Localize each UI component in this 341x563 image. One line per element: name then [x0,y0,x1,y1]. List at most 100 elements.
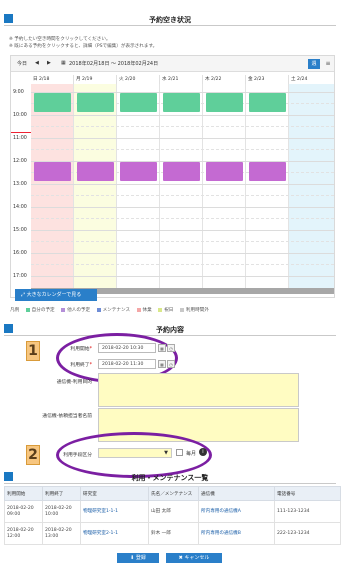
maintenance-section-header: 利用・メンテナンス一覧 [4,470,336,484]
today-button[interactable]: 今日 [17,60,27,67]
register-button[interactable]: ⬇ 登録 [117,553,159,563]
time-label: 12:00 [13,159,27,164]
day-header-fri: 金 2/23 [246,75,289,84]
calendar-icon[interactable]: ▦ [61,60,66,66]
cancel-button[interactable]: ✖ キャンセル [166,553,222,563]
legend-swatch [179,307,184,312]
table-row[interactable]: 2018-02-20 09:00 2018-02-20 10:00 物理研究室1… [4,500,341,523]
table-cell-link[interactable]: 物理研究室2-1-1 [80,522,149,545]
legend-label: 他人の予定 [67,308,91,313]
recurring-checkbox[interactable] [176,449,183,456]
others-event[interactable] [206,162,243,181]
availability-title: 予約空き状況 [149,16,191,24]
annotation-badge-2: 2 [26,445,40,465]
prev-week-icon[interactable]: ◀ [35,60,39,66]
menu-icon[interactable]: ≡ [323,59,333,69]
table-cell: 2018-02-20 09:00 [4,500,43,523]
others-event[interactable] [120,162,157,181]
weekly-calendar: 今日 ◀ ▶ ▦ 2018年02月18日 ～ 2018年02月24日 週 ≡ 日… [10,55,335,298]
category-label: 利用手段区分 [63,453,92,458]
info-icon[interactable]: i [199,448,207,456]
purpose-textarea[interactable] [98,373,299,407]
legend-label: 休業 [142,308,152,313]
own-event[interactable] [77,93,114,112]
big-calendar-button[interactable]: ⤢ 大きなカレンダーで見る [15,289,97,301]
purpose-label: 通信機-利用目的 [56,380,92,385]
others-event[interactable] [77,162,114,181]
others-event[interactable] [34,162,71,181]
time-label: 13:00 [13,182,27,187]
table-cell-link[interactable]: 所内専用の通信機A [198,500,275,523]
day-header-sun: 日 2/18 [31,75,74,84]
big-calendar-label: 大きなカレンダーで見る [26,292,82,298]
table-cell: 山田 太郎 [148,500,199,523]
legend-swatch [61,307,66,312]
end-label: 利用終了* [70,363,92,368]
legend-swatch [136,307,141,312]
legend-swatch [96,307,101,312]
table-cell: 2018-02-20 12:00 [4,522,43,545]
others-event[interactable] [163,162,200,181]
table-cell-link[interactable]: 所内専用の通信機B [198,522,275,545]
clock-icon[interactable]: ◷ [167,344,175,352]
own-event[interactable] [249,93,286,112]
calendar-toolbar: 今日 ◀ ▶ ▦ 2018年02月18日 ～ 2018年02月24日 週 ≡ [11,56,334,72]
own-event[interactable] [206,93,243,112]
reservation-title: 予約内容 [156,326,184,334]
recurring-label: 毎月 [186,451,197,457]
end-datetime-input[interactable]: 2018-02-20 11:30 [98,359,156,369]
calendar-legend: 凡例 自分の予定 他人の予定 メンテナンス 休業 祝日 利用時間外 [10,307,209,313]
legend-label: 祝日 [164,308,174,313]
calendar-grid[interactable]: 9:00 10:00 11:00 12:00 13:00 14:00 15:00… [11,84,334,294]
calendar-icon[interactable]: ▦ [158,344,166,352]
legend-label: 自分の予定 [31,308,55,313]
maintenance-title: 利用・メンテナンス一覧 [131,474,209,482]
table-row[interactable]: 2018-02-20 12:00 2018-02-20 13:00 物理研究室2… [4,522,341,545]
note-line: ※ 既にある予約をクリックすると、詳細（PSで編集）が表示されます。 [9,44,158,49]
table-header: 氏名／メンテナンス [148,486,199,501]
legend-label: 利用時間外 [185,308,209,313]
availability-section-header: 予約空き状況 [4,12,336,26]
maintenance-table: 利用開始 利用終了 研究室 氏名／メンテナンス 通信機 電話番号 2018-02… [4,486,341,545]
availability-notes: ※ 予約したい空き時間をクリックしてください。 ※ 既にある予約をクリックすると… [9,36,157,50]
legend-label: メンテナンス [102,308,131,313]
table-cell: 2018-02-20 13:00 [42,522,81,545]
time-label: 14:00 [13,205,27,210]
day-header-thu: 木 2/22 [203,75,246,84]
legend-swatch [25,307,30,312]
time-label: 15:00 [13,228,27,233]
annotation-badge-1: 1 [26,341,40,361]
table-cell: 2018-02-20 10:00 [42,500,81,523]
start-datetime-input[interactable]: 2018-02-20 10:30 [98,343,156,353]
legend-swatch [158,307,163,312]
own-event[interactable] [163,93,200,112]
table-header: 研究室 [80,486,149,501]
own-event[interactable] [34,93,71,112]
current-time-indicator [11,132,31,133]
start-label: 利用開始* [70,347,92,352]
day-header-tue: 火 2/20 [117,75,160,84]
table-header: 利用終了 [42,486,81,501]
date-range-label: 2018年02月18日 ～ 2018年02月24日 [69,61,159,67]
own-event[interactable] [120,93,157,112]
clock-icon[interactable]: ◷ [167,360,175,368]
week-view-button[interactable]: 週 [308,59,320,69]
time-label: 9:00 [13,90,24,95]
next-week-icon[interactable]: ▶ [47,60,51,66]
reservation-section-header: 予約内容 [4,322,336,336]
category-select[interactable]: ▼ [98,448,172,458]
requester-label: 通信機-依頼担当者名前 [42,414,92,419]
time-label: 17:00 [13,274,27,279]
note-line: ※ 予約したい空き時間をクリックしてください。 [9,37,111,42]
table-header: 電話番号 [274,486,341,501]
table-cell: 111-123-1234 [274,500,341,523]
table-cell: 鈴木 一郎 [148,522,199,545]
legend-prefix: 凡例 [10,308,20,313]
time-label: 11:00 [13,136,27,141]
table-header: 通信機 [198,486,275,501]
day-header-mon: 月 2/19 [74,75,117,84]
table-cell-link[interactable]: 物理研究室1-1-1 [80,500,149,523]
others-event[interactable] [249,162,286,181]
calendar-icon[interactable]: ▦ [158,360,166,368]
time-label: 16:00 [13,251,27,256]
